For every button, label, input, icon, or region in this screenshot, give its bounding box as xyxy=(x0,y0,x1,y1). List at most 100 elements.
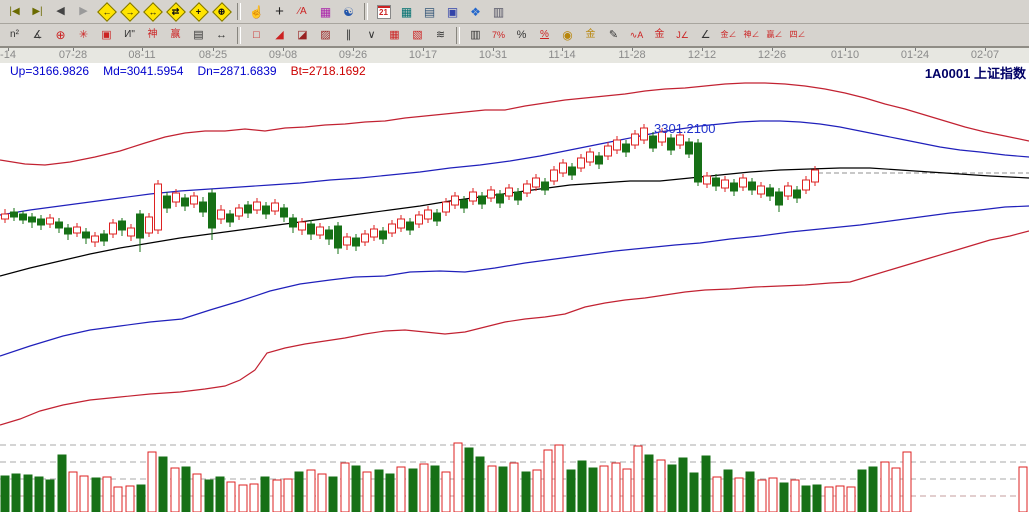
volume-bar xyxy=(735,478,743,512)
candle-body xyxy=(83,232,90,238)
j-angle-tool[interactable]: J∠ xyxy=(671,25,694,45)
hand-tool-button[interactable]: ☝ xyxy=(245,2,268,22)
zoom-horizontal-button[interactable]: ↔ xyxy=(141,2,164,22)
candle-body xyxy=(542,182,549,190)
pan-left-button-icon: ← xyxy=(97,2,117,22)
percent-tool[interactable]: % xyxy=(510,25,533,45)
candle-body xyxy=(479,196,486,204)
candle-body xyxy=(641,128,648,140)
starburst-tool[interactable]: ✳ xyxy=(72,25,95,45)
pan-left-button[interactable]: ← xyxy=(95,2,118,22)
trendline-a-tool-button[interactable]: ∕A xyxy=(291,2,314,22)
gold-angle-tool[interactable]: 金∠ xyxy=(717,25,740,45)
goto-end-button[interactable]: ▶| xyxy=(26,2,49,22)
fit-all-button[interactable]: ⊕ xyxy=(210,2,233,22)
candle-body xyxy=(65,228,72,234)
volume-bar xyxy=(555,445,563,512)
pencil-flag-tool[interactable]: ✎ xyxy=(602,25,625,45)
boxed-fan-tool[interactable]: ◪ xyxy=(291,25,314,45)
stats-bars-tool[interactable]: ▥ xyxy=(464,25,487,45)
volume-bar xyxy=(92,478,100,512)
ying-grid-tool[interactable]: 赢 xyxy=(164,25,187,45)
calculator-button[interactable]: ▦ xyxy=(395,2,418,22)
hatch-lines-tool[interactable]: ≋ xyxy=(429,25,452,45)
gann-fan-tool[interactable]: ◢ xyxy=(268,25,291,45)
volume-bar xyxy=(126,486,134,512)
network-button[interactable]: ❖ xyxy=(464,2,487,22)
parallel-lines-tool[interactable]: ∥ xyxy=(337,25,360,45)
notes-button[interactable]: ▤ xyxy=(418,2,441,22)
volume-bar xyxy=(46,480,54,512)
axis-date-label: 01-10 xyxy=(831,49,859,61)
candle-body xyxy=(137,214,144,238)
candle-body xyxy=(218,210,225,219)
upper-red-band xyxy=(0,83,1029,165)
ruler-123-tool[interactable]: ▤ xyxy=(187,25,210,45)
goto-start-button[interactable]: |◀ xyxy=(3,2,26,22)
candle-body xyxy=(515,192,522,200)
axis-date-label: 08-11 xyxy=(128,49,155,61)
seven-percent-tool[interactable]: 7% xyxy=(487,25,510,45)
volume-bar xyxy=(858,470,866,512)
step-back-button[interactable]: ◀ xyxy=(49,2,72,22)
shen-angle-tool[interactable]: 神∠ xyxy=(740,25,763,45)
wave-a-tool[interactable]: ∿A xyxy=(625,25,648,45)
n-squared-tool[interactable]: n² xyxy=(3,25,26,45)
pattern-tool-button[interactable]: ▦ xyxy=(314,2,337,22)
candle-body xyxy=(605,146,612,156)
volume-bar xyxy=(148,452,156,512)
angle-mirror-tool[interactable]: ∡ xyxy=(26,25,49,45)
candle-body xyxy=(650,136,657,148)
volume-bar xyxy=(58,455,66,512)
step-forward-button[interactable]: ▶ xyxy=(72,2,95,22)
axis-date-label: 11-14 xyxy=(548,49,575,61)
volume-bar xyxy=(329,477,337,512)
measure-width-tool[interactable]: ↔ xyxy=(210,25,233,45)
volume-bar xyxy=(239,485,247,512)
grid-arrow-tool[interactable]: ▧ xyxy=(406,25,429,45)
volume-bar xyxy=(35,477,43,512)
candle-body xyxy=(344,237,351,245)
toolbar-separator xyxy=(456,27,460,44)
pan-right-button[interactable]: → xyxy=(118,2,141,22)
print-button[interactable]: ▥ xyxy=(487,2,510,22)
candle-body xyxy=(767,188,774,196)
crosshair-tool-button[interactable]: + xyxy=(268,2,291,22)
zigzag-tool[interactable]: ∨ xyxy=(360,25,383,45)
candle-body xyxy=(731,183,738,191)
volume-bar xyxy=(114,487,122,512)
shen-grid-tool[interactable]: 神 xyxy=(141,25,164,45)
gold-line-tool[interactable]: 金 xyxy=(579,25,602,45)
volume-bar xyxy=(397,467,405,512)
square-star-tool[interactable]: ▣ xyxy=(95,25,118,45)
volume-bar xyxy=(409,469,417,512)
volume-bar xyxy=(499,467,507,512)
candle-body xyxy=(749,182,756,190)
si-angle-tool[interactable]: 四∠ xyxy=(786,25,809,45)
percent-line-tool[interactable]: % xyxy=(533,25,556,45)
candle-body xyxy=(272,203,279,211)
candle-body xyxy=(713,178,720,186)
cycle-tool-button[interactable]: ☯ xyxy=(337,2,360,22)
compass-circle-tool[interactable]: ⊕ xyxy=(49,25,72,45)
save-button[interactable]: ▣ xyxy=(441,2,464,22)
angle-line-tool[interactable]: ∠ xyxy=(694,25,717,45)
red-grid-tool[interactable]: ▦ xyxy=(383,25,406,45)
pan-right-button-icon: → xyxy=(120,2,140,22)
gold-coin-tool[interactable]: ◉ xyxy=(556,25,579,45)
volume-bar xyxy=(273,480,281,512)
boxed-grid-tool[interactable]: ▨ xyxy=(314,25,337,45)
calendar-button[interactable]: 21 xyxy=(372,2,395,22)
candle-body xyxy=(614,140,621,150)
compress-scale-button[interactable]: ⇄ xyxy=(164,2,187,22)
gold-tool[interactable]: 金 xyxy=(648,25,671,45)
volume-bar xyxy=(813,485,821,512)
date-axis: -1407-2808-1108-2509-0809-2610-1710-3111… xyxy=(0,47,1029,63)
expand-scale-button[interactable]: + xyxy=(187,2,210,22)
box-tool[interactable]: □ xyxy=(245,25,268,45)
volume-bar xyxy=(442,472,450,512)
price-volume-chart[interactable]: 3301.2100 xyxy=(0,62,1029,512)
n-quote-tool[interactable]: И" xyxy=(118,25,141,45)
ying-angle-tool[interactable]: 赢∠ xyxy=(763,25,786,45)
candle-body xyxy=(56,222,63,228)
